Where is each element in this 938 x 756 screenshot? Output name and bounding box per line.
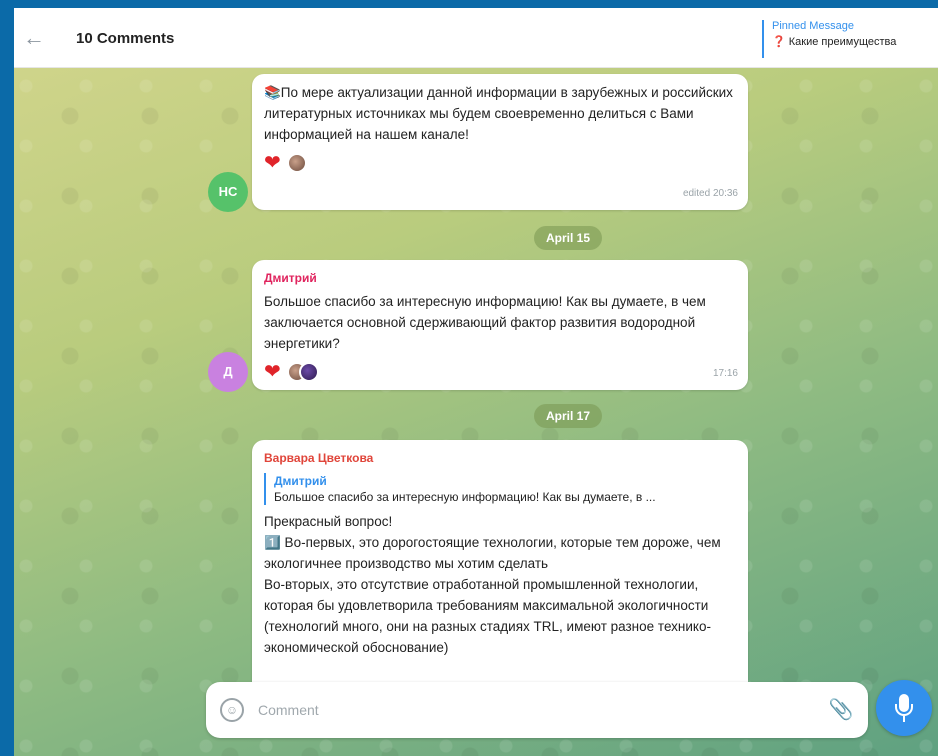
message-text-line: 1️⃣ Во-первых, это дорогостоящие техноло… [264,535,721,571]
heart-icon[interactable]: ❤ [264,362,281,382]
paperclip-icon[interactable]: 📎 [828,696,854,724]
avatar[interactable]: НС [208,172,248,212]
microphone-icon-stand [895,704,913,716]
date-separator: April 15 [534,226,603,250]
chat-window: ← 10 Comments Pinned Message ❓ Какие пре… [14,8,938,756]
message-text: Большое спасибо за интересную информацию… [264,294,706,351]
comment-input[interactable] [258,696,798,724]
message-text: 📚По мере актуализации данной информации … [264,85,733,142]
question-mark-icon: ❓ [772,36,786,48]
chat-area[interactable]: НС 📚По мере актуализации данной информац… [14,68,938,756]
message-time: edited 20:36 [682,188,738,199]
page-title: 10 Comments [76,30,175,47]
reply-author: Дмитрий [274,474,327,488]
pinned-message-preview: Какие преимущества [788,36,897,48]
heart-icon[interactable]: ❤ [264,153,281,173]
message-bubble[interactable]: 📚По мере актуализации данной информации … [252,74,748,210]
message-text-line: Прекрасный вопрос! [264,514,393,529]
microphone-icon-base [903,716,905,722]
date-separator: April 17 [534,404,603,428]
pinned-message-title: Pinned Message [772,20,854,32]
sender-name[interactable]: Дмитрий [264,268,736,289]
smile-icon[interactable]: ☺ [220,698,244,722]
arrow-left-icon[interactable]: ← [22,26,46,50]
avatar[interactable]: Д [208,352,248,392]
reactions[interactable]: ❤ [264,151,736,175]
microphone-button[interactable] [876,680,932,736]
pinned-message[interactable]: Pinned Message ❓ Какие преимущества [762,20,938,58]
comments-header: ← 10 Comments Pinned Message ❓ Какие пре… [14,8,938,68]
reactor-avatar [298,362,319,382]
reactor-avatar [286,153,307,173]
reply-quote[interactable]: Дмитрий Большое спасибо за интересную ин… [264,473,736,505]
comment-composer: ☺ 📎 [206,682,868,738]
message-text-line: Во-вторых, это отсутствие отработанной п… [264,577,711,655]
reply-text: Большое спасибо за интересную информацию… [274,490,656,504]
reactions[interactable]: ❤ [264,360,736,384]
sender-name[interactable]: Варвара Цветкова [264,448,736,469]
message-bubble[interactable]: Дмитрий Большое спасибо за интересную ин… [252,260,748,390]
message-time: 17:16 [712,368,738,379]
pinned-message-text: ❓ Какие преимущества [772,35,938,48]
message-bubble[interactable]: Варвара Цветкова Дмитрий Большое спасибо… [252,440,748,696]
